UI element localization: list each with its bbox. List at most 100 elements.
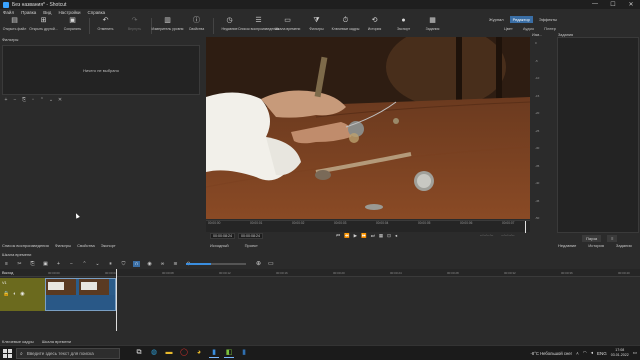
eye-icon[interactable]: ◉ (20, 291, 24, 297)
player-playhead[interactable] (525, 221, 526, 233)
toolbar-button-4[interactable]: ↷ Вернуть (122, 16, 147, 31)
ripple-all-icon[interactable]: ≋ (172, 261, 179, 267)
copy-icon[interactable]: ⎘ (29, 261, 36, 267)
tab-properties[interactable]: Свойства (77, 243, 95, 248)
opera-icon[interactable]: ◯ (179, 348, 189, 358)
zoom-fit-icon[interactable]: ▭ (268, 260, 274, 267)
tab-timeline[interactable]: Шкала времени (42, 339, 71, 344)
volume-icon[interactable]: ◂ (591, 350, 593, 356)
windows-start-icon[interactable] (3, 349, 12, 358)
zoom-icon[interactable]: ⊡ (387, 233, 391, 239)
tab-filters[interactable]: Фильтры (55, 243, 71, 248)
append-icon[interactable]: + (55, 261, 62, 267)
timeline-playhead[interactable] (116, 269, 117, 331)
overwrite-icon[interactable]: ⌄ (94, 261, 101, 267)
play-icon[interactable]: ▶ (354, 233, 357, 239)
menu-icon[interactable]: ≡ (3, 261, 10, 267)
ripple-delete-icon[interactable]: − (68, 261, 75, 267)
zoom-in-icon[interactable]: ⊕ (256, 260, 261, 267)
cut-icon[interactable]: ✂ (16, 261, 23, 267)
app2-icon[interactable]: ▮ (239, 348, 249, 358)
timeline-clip[interactable] (45, 278, 116, 311)
mute-icon[interactable]: ◐ (13, 291, 16, 297)
edge-icon[interactable]: ◍ (149, 348, 159, 358)
close-button[interactable]: ✕ (622, 1, 640, 8)
toolbar-button-12[interactable]: ⟲ История (362, 16, 387, 31)
current-timecode[interactable]: 00:00:08:24 (210, 233, 235, 239)
filters-list[interactable]: Ничего не выбрано (2, 45, 200, 95)
network-icon[interactable]: ◠ (583, 350, 587, 356)
menu-edit[interactable]: Правка (21, 10, 36, 15)
jobs-menu-icon[interactable]: ≡ (607, 235, 618, 242)
menu-settings[interactable]: Настройки (58, 10, 80, 15)
app-icon[interactable]: ▮ (209, 348, 219, 358)
toolbar-button-6[interactable]: ⓘ Свойства (184, 16, 209, 31)
copy-icon[interactable]: ⎘ (21, 97, 27, 103)
volume-icon[interactable]: ◂ (395, 233, 397, 239)
jobs-list[interactable] (557, 37, 639, 233)
menu-view[interactable]: Вид (43, 10, 51, 15)
tab-project[interactable]: Проект (245, 243, 258, 248)
toolbar-button-13[interactable]: ● Экспорт (391, 16, 416, 31)
weather-widget[interactable]: -8°C Небольшой снег (531, 351, 573, 356)
toolbar-button-10[interactable]: ⧩ Фильтры (304, 16, 329, 31)
toolbar-button-5[interactable]: ▥ Измеритель уровня (152, 16, 184, 31)
tab-source[interactable]: Исходный (210, 243, 229, 248)
skip-start-icon[interactable]: ⏮ (336, 233, 340, 239)
toolbar-button-0[interactable]: ▤ Открыть файл (2, 16, 27, 31)
tab-history[interactable]: История (588, 243, 604, 248)
move-up-icon[interactable]: ⌃ (39, 97, 45, 103)
player-scrubber[interactable]: 00:00:00 00:00:01 00:00:02 00:00:03 00:00:04… (206, 220, 530, 233)
fast-forward-icon[interactable]: ⏩ (361, 233, 367, 239)
shotcut-icon[interactable]: ◧ (224, 348, 234, 358)
menu-file[interactable]: Файл (3, 10, 14, 15)
layout-player[interactable]: Плеер (544, 26, 556, 31)
toolbar-button-14[interactable]: ▦ Задания (420, 16, 445, 31)
move-down-icon[interactable]: ⌄ (48, 97, 54, 103)
add-icon[interactable]: + (3, 97, 9, 103)
remove-icon[interactable]: − (12, 97, 18, 103)
paste-icon[interactable]: ▫ (30, 97, 36, 103)
close-icon[interactable]: ✕ (57, 97, 63, 103)
language-indicator[interactable]: ENG (597, 351, 607, 356)
marker-icon[interactable]: ⛉ (120, 261, 127, 267)
pause-button[interactable]: Пауза (582, 235, 602, 242)
snap-icon[interactable]: ∩ (133, 261, 140, 267)
timeline-ruler[interactable]: Выход 00:00:00 00:00:04 00:00:08 00:00:12 00… (0, 269, 640, 277)
layout-color[interactable]: Цвет (504, 26, 513, 31)
track-header-v1[interactable]: V1 🔒 ◐ ◉ (0, 278, 45, 311)
taskbar-search-input[interactable]: ⌕ Введите здесь текст для поиска (16, 348, 120, 359)
tab-playlist[interactable]: Список воспроизведения (2, 243, 49, 248)
skip-end-icon[interactable]: ⏭ (371, 233, 375, 239)
scrub-icon[interactable]: ◉ (146, 261, 153, 267)
layout-editing[interactable]: Редактор (509, 16, 533, 23)
chrome-icon[interactable]: ◕ (194, 348, 204, 358)
tray-chevron-icon[interactable]: ˄ (576, 351, 579, 356)
split-icon[interactable]: ⏸ (107, 261, 114, 267)
tab-jobs[interactable]: Задания (616, 243, 632, 248)
paste-icon[interactable]: ▣ (42, 261, 49, 267)
tab-export[interactable]: Экспорт (101, 243, 116, 248)
maximize-button[interactable]: ☐ (604, 1, 622, 8)
toolbar-button-9[interactable]: ▭ Шкала времени (275, 16, 301, 31)
file-explorer-icon[interactable]: ▬ (164, 348, 174, 358)
toolbar-button-3[interactable]: ↶ Отменить (93, 16, 118, 31)
rewind-icon[interactable]: ⏪ (344, 233, 350, 239)
task-view-icon[interactable]: ⧉ (134, 348, 144, 358)
layout-fx[interactable]: Эффекты (536, 16, 560, 23)
toolbar-button-11[interactable]: ⏱ Ключевые кадры (332, 16, 360, 31)
menu-help[interactable]: Справка (88, 10, 106, 15)
lift-icon[interactable]: ⌃ (81, 261, 88, 267)
layout-logging[interactable]: Журнал (486, 16, 507, 23)
clock[interactable]: 17:08 03.01.2022 (611, 348, 629, 358)
timeline-zoom-slider[interactable] (186, 263, 246, 265)
toolbar-button-1[interactable]: ⊞ Открыть другой... (29, 16, 57, 31)
ripple-icon[interactable]: ∞ (159, 261, 166, 267)
toolbar-button-8[interactable]: ☰ Список воспроизведения (238, 16, 279, 31)
minimize-button[interactable]: — (586, 1, 604, 8)
tab-keyframes[interactable]: Ключевые кадры (2, 339, 34, 344)
lock-icon[interactable]: 🔒 (3, 291, 9, 297)
tab-recent[interactable]: Недавние (558, 243, 576, 248)
grid-icon[interactable]: ▦ (379, 233, 383, 239)
notifications-icon[interactable]: ▭ (633, 350, 637, 356)
